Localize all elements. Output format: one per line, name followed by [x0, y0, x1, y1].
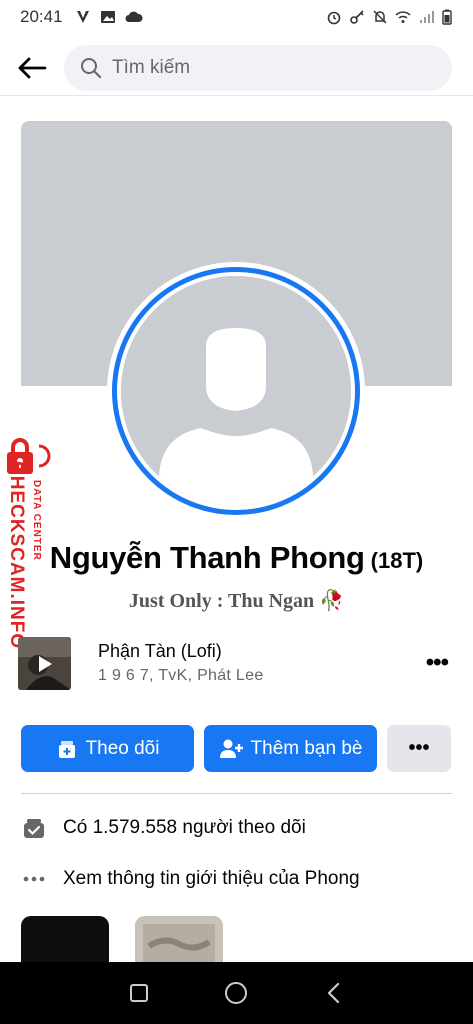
profile-nickname: (18T) — [370, 548, 424, 573]
recents-icon — [129, 984, 148, 1002]
follow-button[interactable]: Theo dõi — [21, 725, 194, 772]
add-friend-label: Thêm bạn bè — [250, 737, 363, 759]
v-app-icon — [76, 11, 89, 23]
profile-actions: Theo dõi Thêm bạn bè ••• — [21, 725, 452, 772]
add-friend-button[interactable]: Thêm bạn bè — [204, 725, 377, 772]
followers-text: Có 1.579.558 người theo dõi — [63, 817, 306, 838]
profile-name: Nguyễn Thanh Phong (18T) — [0, 540, 473, 576]
avatar-placeholder — [121, 276, 351, 506]
home-icon — [225, 982, 248, 1004]
search-icon — [81, 57, 102, 78]
default-avatar-icon — [121, 276, 351, 506]
music-cover-art — [18, 636, 71, 690]
music-artist: 1 9 6 7, TvK, Phát Lee — [98, 667, 264, 684]
search-input[interactable] — [112, 56, 412, 79]
search-bar[interactable] — [64, 44, 452, 91]
back-button[interactable] — [14, 50, 50, 86]
more-dots-icon — [21, 875, 47, 883]
story-ring — [112, 267, 360, 515]
search-header — [0, 40, 473, 96]
music-thumbnail[interactable] — [18, 636, 71, 690]
profile-music[interactable]: Phận Tàn (Lofi) 1 9 6 7, TvK, Phát Lee •… — [18, 636, 458, 690]
follow-icon — [56, 738, 78, 760]
key-icon — [350, 10, 364, 24]
image-icon — [100, 11, 115, 23]
alarm-icon — [327, 11, 341, 25]
about-text: Xem thông tin giới thiệu của Phong — [63, 868, 360, 889]
back-nav-icon — [328, 982, 340, 1004]
battery-icon — [442, 9, 452, 25]
arrow-left-icon — [18, 57, 47, 78]
profile-bio: Just Only : Thu Ngan 🥀 — [128, 590, 345, 612]
music-more-button[interactable]: ••• — [426, 649, 449, 677]
followers-icon — [21, 816, 47, 840]
about-row[interactable]: Xem thông tin giới thiệu của Phong — [21, 868, 452, 890]
status-time: 20:41 — [20, 7, 63, 26]
cloud-icon — [125, 11, 143, 22]
add-friend-icon — [219, 738, 243, 760]
music-title: Phận Tàn (Lofi) — [98, 641, 222, 661]
profile-avatar[interactable] — [107, 262, 365, 520]
home-button[interactable] — [216, 973, 256, 1013]
followers-row: Có 1.579.558 người theo dõi — [21, 816, 452, 840]
status-system-icons — [326, 9, 453, 25]
recents-button[interactable] — [119, 973, 159, 1013]
bell-off-icon — [373, 10, 387, 24]
more-options-button[interactable]: ••• — [387, 725, 451, 772]
follow-label: Theo dõi — [85, 737, 160, 759]
signal-icon — [420, 11, 434, 23]
divider — [21, 793, 452, 794]
android-nav-bar — [0, 962, 473, 1024]
status-bar: 20:41 — [0, 0, 473, 34]
back-nav-button[interactable] — [314, 973, 354, 1013]
status-notification-icons — [75, 9, 143, 25]
wifi-icon — [395, 11, 411, 23]
profile-full-name: Nguyễn Thanh Phong — [49, 540, 365, 575]
